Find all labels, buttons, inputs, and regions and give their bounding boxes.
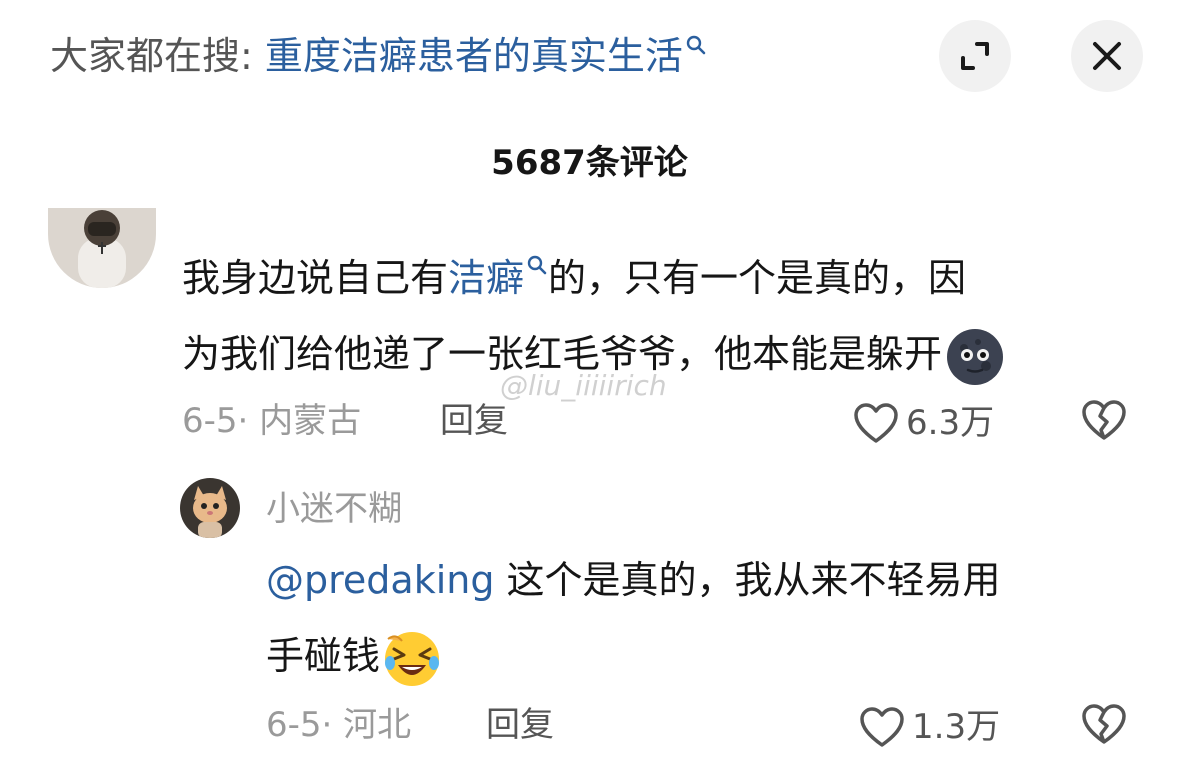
broken-heart-icon <box>1082 400 1126 440</box>
heart-icon <box>854 403 898 443</box>
broken-heart-icon <box>1082 704 1126 744</box>
keyword-link[interactable]: 洁癖 <box>448 256 524 300</box>
trending-search-bar[interactable]: 大家都在搜: 重度洁癖患者的真实生活 <box>50 28 707 84</box>
reply-location: · 河北 <box>321 705 412 745</box>
heart-icon <box>860 707 904 747</box>
expand-icon <box>961 42 989 70</box>
rolling-laughing-emoji <box>385 631 440 686</box>
reply-like-button[interactable]: 1.3万 <box>858 702 1000 752</box>
close-button[interactable] <box>1071 20 1143 92</box>
comment-date: 6-5 <box>182 401 238 441</box>
reply-avatar[interactable] <box>180 478 240 538</box>
reply-button[interactable]: 回复 <box>440 396 508 446</box>
reply-button-2[interactable]: 回复 <box>486 700 554 750</box>
comment-count: 5687条评论 <box>491 143 688 183</box>
reply-text: @predaking 这个是真的，我从来不轻易用 手碰钱 <box>266 542 1146 694</box>
new-moon-face-emoji <box>947 328 1004 385</box>
comment-meta: 6-5· 内蒙古 <box>182 396 361 446</box>
mention-link[interactable]: @predaking <box>266 558 494 602</box>
trending-search-query[interactable]: 重度洁癖患者的真实生活 <box>265 34 683 78</box>
search-icon <box>686 35 706 55</box>
close-icon <box>1093 42 1121 70</box>
like-button[interactable]: 6.3万 <box>852 398 994 448</box>
search-icon <box>527 255 547 275</box>
like-count: 6.3万 <box>906 403 995 443</box>
reply-like-count: 1.3万 <box>912 707 1001 747</box>
comment-location: · 内蒙古 <box>237 401 362 441</box>
trending-search-prefix: 大家都在搜: <box>50 34 265 78</box>
watermark: @liu_iiiiirich <box>500 369 667 402</box>
dislike-button[interactable] <box>1080 398 1128 446</box>
reply-dislike-button[interactable] <box>1080 702 1128 750</box>
avatar[interactable] <box>48 208 156 288</box>
reply-meta: 6-5· 河北 <box>266 700 411 750</box>
reply-username[interactable]: 小迷不糊 <box>266 484 402 534</box>
reply-date: 6-5 <box>266 705 322 745</box>
expand-button[interactable] <box>939 20 1011 92</box>
